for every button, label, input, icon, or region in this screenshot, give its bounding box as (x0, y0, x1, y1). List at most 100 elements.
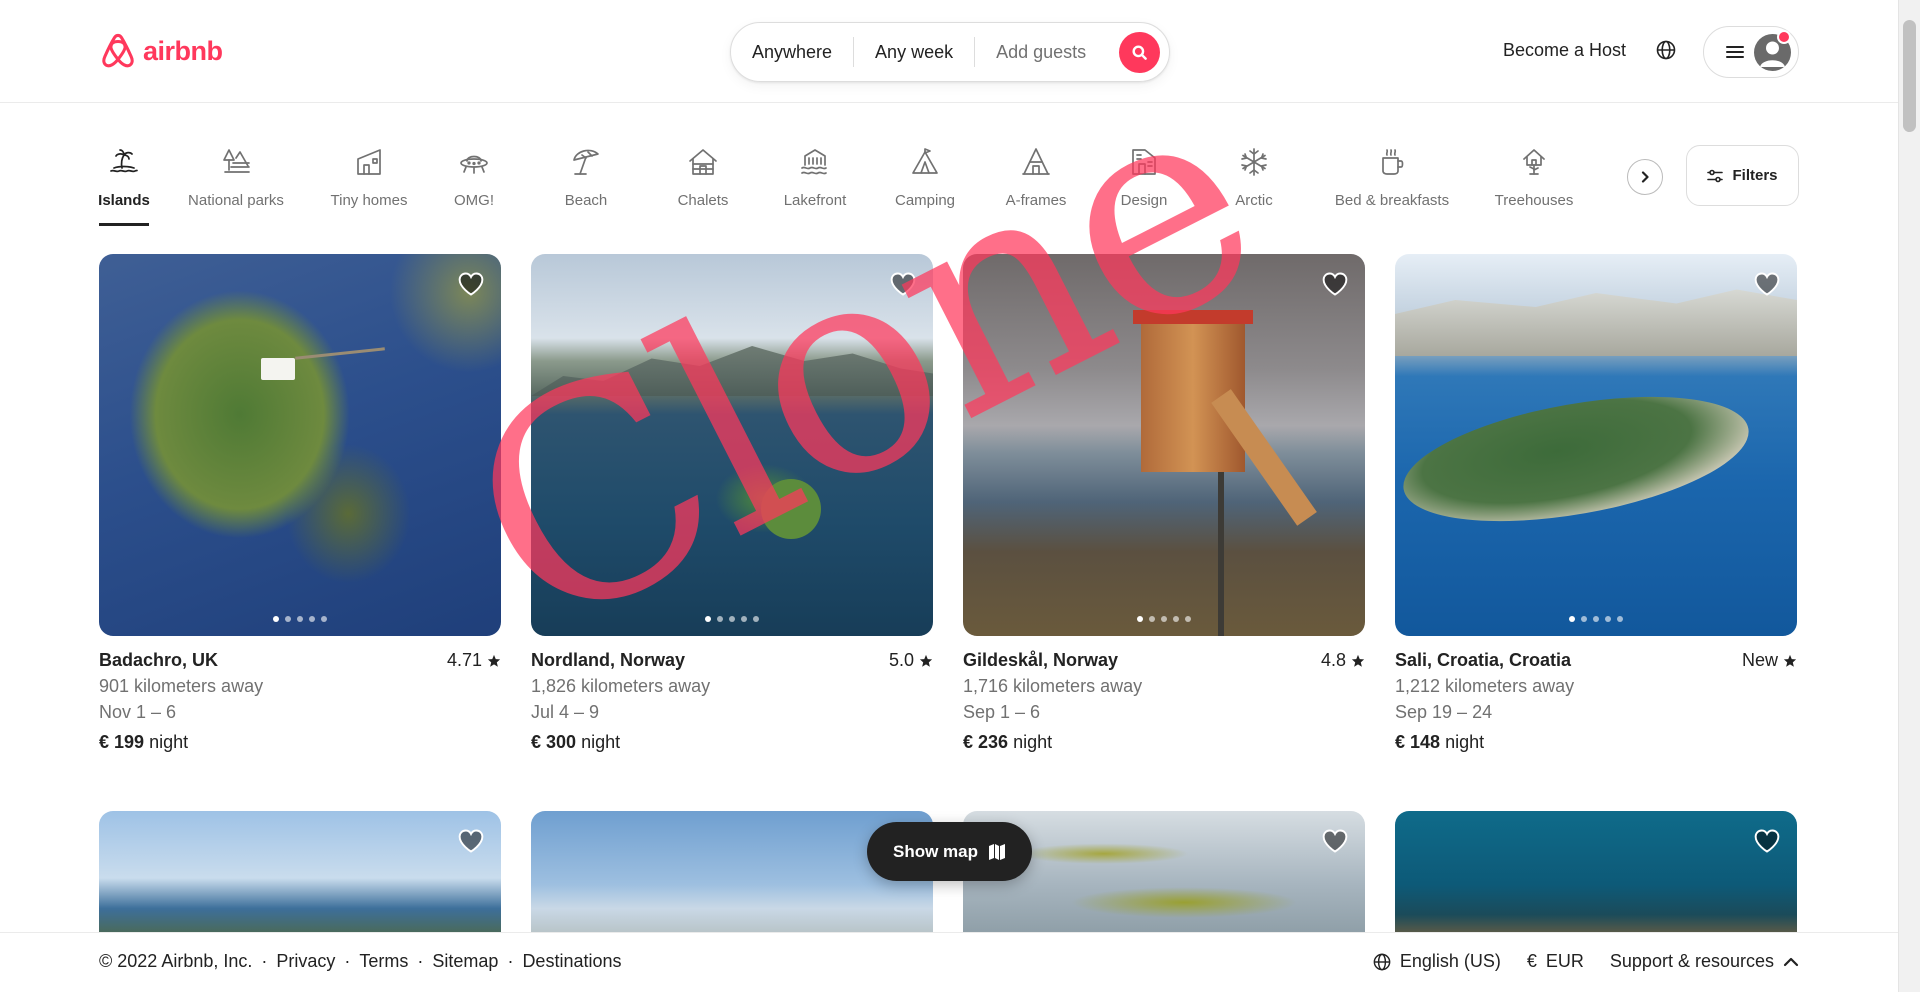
category-camping[interactable]: Camping (892, 140, 958, 226)
listing-card[interactable]: Badachro, UK 4.71 901 kilometers away No… (99, 254, 501, 753)
heart-icon[interactable] (1753, 270, 1781, 298)
rating-value: New (1741, 650, 1778, 670)
a-frame-icon (1022, 148, 1050, 175)
heart-icon[interactable] (1321, 270, 1349, 298)
listing-card[interactable] (99, 811, 501, 933)
category-label: Beach (564, 192, 608, 209)
price-amount: € 148 (1395, 732, 1441, 752)
listing-location: Gildeskål, Norway (963, 650, 1119, 670)
user-menu-button[interactable] (1703, 26, 1799, 78)
listing-rating: 4.71 (447, 650, 501, 671)
scrollbar-thumb[interactable] (1903, 20, 1916, 132)
listing-card[interactable]: Sali, Croatia, Croatia New 1,212 kilomet… (1395, 254, 1797, 753)
filters-button[interactable]: Filters (1686, 145, 1799, 206)
category-a-frames[interactable]: A-frames (1002, 140, 1070, 226)
footer-separator: · (507, 951, 514, 971)
listing-dates: Sep 19 – 24 (1395, 702, 1493, 722)
listing-location: Sali, Croatia, Croatia (1395, 650, 1572, 670)
listing-distance: 1,716 kilometers away (963, 676, 1143, 696)
pillar-shape (1218, 472, 1224, 636)
category-label: Chalets (677, 192, 729, 209)
category-bar: Islands National parks Tiny homes OMG! B… (98, 140, 1639, 226)
become-a-host-link[interactable]: Become a Host (1503, 40, 1626, 61)
footer-link-privacy[interactable]: Privacy (276, 951, 335, 972)
filters-label: Filters (1732, 167, 1778, 184)
listing-location: Badachro, UK (99, 650, 219, 670)
support-resources-button[interactable]: Support & resources (1610, 951, 1799, 972)
listing-photo[interactable] (531, 254, 933, 636)
house-shape (261, 358, 295, 380)
page-scrollbar[interactable] (1898, 0, 1920, 992)
listing-photo[interactable] (1395, 811, 1797, 933)
listing-photo[interactable] (531, 811, 933, 933)
hamburger-menu-icon (1726, 46, 1744, 58)
category-arctic[interactable]: Arctic (1229, 140, 1279, 226)
rating-value: 4.71 (446, 650, 482, 670)
category-design[interactable]: Design (1119, 140, 1169, 226)
heart-icon[interactable] (1753, 827, 1781, 855)
listing-photo[interactable] (99, 254, 501, 636)
listing-info: Nordland, Norway 5.0 1,826 kilometers aw… (531, 650, 933, 753)
listing-card[interactable]: Nordland, Norway 5.0 1,826 kilometers aw… (531, 254, 933, 753)
price-unit: night (149, 732, 189, 752)
location-search-button[interactable]: Anywhere (731, 38, 853, 66)
listing-card[interactable] (531, 811, 933, 933)
heart-icon[interactable] (889, 270, 917, 298)
category-bed-and-breakfasts[interactable]: Bed & breakfasts (1329, 140, 1455, 226)
heart-icon[interactable] (457, 270, 485, 298)
category-label: Lakefront (783, 192, 847, 209)
show-map-button[interactable]: Show map (867, 822, 1032, 881)
listing-card[interactable] (1395, 811, 1797, 933)
listing-rating: 5.0 (889, 650, 933, 671)
language-globe-icon[interactable] (1656, 40, 1676, 65)
search-bar[interactable]: Anywhere Any week Add guests (730, 22, 1170, 82)
category-scroll-next-button[interactable] (1627, 159, 1663, 195)
listing-price: € 199 night (99, 732, 501, 753)
footer-link-destinations[interactable]: Destinations (522, 951, 621, 972)
language-label: English (US) (1399, 951, 1501, 971)
national-park-icon (223, 149, 250, 173)
currency-selector[interactable]: € EUR (1527, 951, 1584, 972)
heart-icon[interactable] (1321, 827, 1349, 855)
mountain-shape (1395, 289, 1797, 356)
guests-search-button[interactable]: Add guests (975, 38, 1107, 66)
category-treehouses[interactable]: Treehouses (1490, 140, 1578, 226)
coffee-mug-icon (1382, 149, 1404, 175)
category-label: Design (1120, 192, 1168, 209)
category-tiny-homes[interactable]: Tiny homes (329, 140, 409, 226)
chevron-right-icon (1641, 171, 1649, 183)
category-lakefront[interactable]: Lakefront (780, 140, 850, 226)
category-national-parks[interactable]: National parks (186, 140, 286, 226)
island-shape (761, 479, 821, 539)
category-label: Arctic (1235, 192, 1273, 209)
photo-pagination-dots (99, 616, 501, 622)
cabin-roof-shape (1133, 310, 1253, 324)
heart-icon[interactable] (457, 827, 485, 855)
category-label: A-frames (1005, 192, 1067, 209)
currency-symbol: € (1526, 951, 1537, 971)
mountain-shape (531, 346, 933, 396)
listing-distance: 1,826 kilometers away (531, 676, 711, 696)
category-beach[interactable]: Beach (563, 140, 609, 226)
footer-link-terms[interactable]: Terms (359, 951, 408, 972)
listing-dates: Sep 1 – 6 (963, 702, 1041, 722)
airbnb-logo[interactable]: airbnb (99, 31, 223, 71)
island-shape (1395, 374, 1758, 544)
sliders-icon (1707, 169, 1724, 182)
listing-card[interactable]: Gildeskål, Norway 4.8 1,716 kilometers a… (963, 254, 1365, 753)
search-button[interactable] (1119, 32, 1160, 73)
copyright-text: © 2022 Airbnb, Inc. (99, 951, 253, 971)
star-icon (1783, 654, 1797, 667)
category-chalets[interactable]: Chalets (675, 140, 731, 226)
category-islands[interactable]: Islands (98, 140, 150, 226)
currency-label: EUR (1545, 951, 1584, 971)
listing-photo[interactable] (963, 254, 1365, 636)
category-omg[interactable]: OMG! (454, 140, 494, 226)
dates-search-button[interactable]: Any week (854, 38, 974, 66)
language-selector[interactable]: English (US) (1373, 951, 1501, 972)
airbnb-logo-icon (102, 33, 134, 68)
notification-dot (1777, 30, 1791, 44)
footer-link-sitemap[interactable]: Sitemap (432, 951, 498, 972)
listing-photo[interactable] (99, 811, 501, 933)
listing-photo[interactable] (1395, 254, 1797, 636)
